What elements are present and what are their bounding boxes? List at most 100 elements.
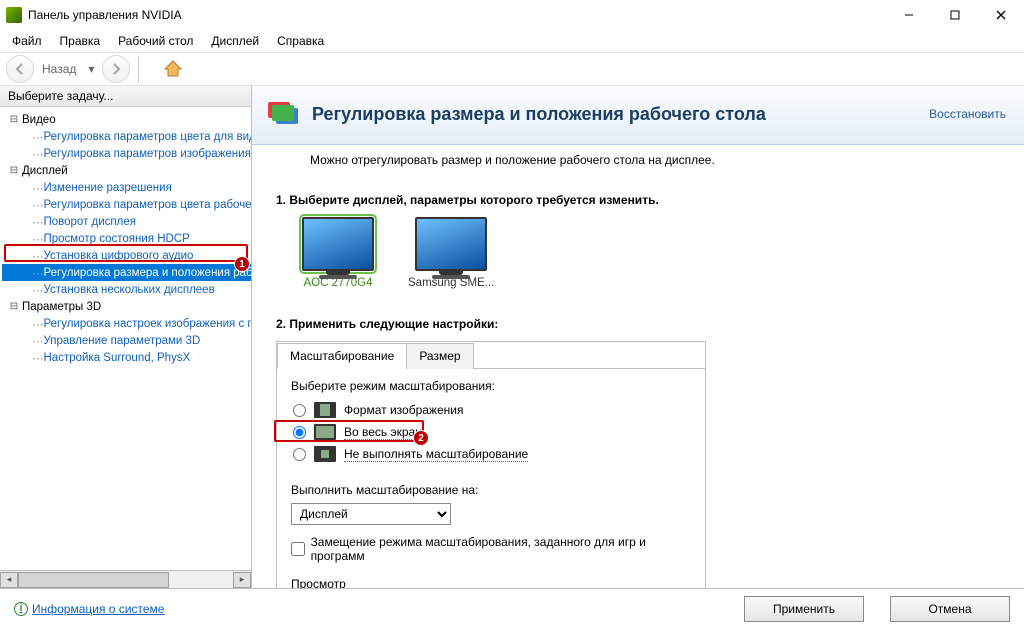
step1-heading: 1. Выберите дисплей, параметры которого … [276, 193, 1006, 207]
menu-desktop[interactable]: Рабочий стол [110, 32, 201, 50]
menu-edit[interactable]: Правка [52, 32, 109, 50]
tree-link[interactable]: Регулировка параметров изображения д [44, 148, 252, 160]
content: Регулировка размера и положения рабочего… [252, 86, 1024, 588]
display-samsung[interactable]: Samsung SME... [408, 217, 494, 289]
tab-size[interactable]: Размер [406, 343, 473, 369]
noscale-icon [314, 446, 336, 462]
tree-item[interactable]: ⋯Управление параметрами 3D [2, 332, 251, 349]
expander-icon[interactable]: ⊟ [8, 114, 20, 126]
monitor-stack-icon [266, 96, 302, 132]
tree-item[interactable]: ⋯Изменение разрешения [2, 179, 251, 196]
scroll-left[interactable]: ◂ [0, 572, 18, 588]
tree-link[interactable]: Регулировка настроек изображения с пр [44, 318, 252, 330]
info-icon: i [14, 602, 28, 616]
override-checkbox-row[interactable]: Замещение режима масштабирования, заданн… [291, 535, 691, 563]
tree-item-selected[interactable]: ⋯Регулировка размера и положения рабоч [2, 264, 251, 281]
tree-group-video[interactable]: ⊟Видео [2, 111, 251, 128]
tree-group-label: Дисплей [22, 165, 68, 177]
scaling-mode-label: Выберите режим масштабирования: [291, 379, 691, 393]
tree-item[interactable]: ⋯Регулировка настроек изображения с пр [2, 315, 251, 332]
tree-group-label: Параметры 3D [22, 301, 101, 313]
radio-noscale[interactable]: Не выполнять масштабирование [291, 443, 691, 465]
override-label: Замещение режима масштабирования, заданн… [311, 535, 691, 563]
tree-item[interactable]: ⋯Регулировка параметров изображения д [2, 145, 251, 162]
forward-button[interactable] [102, 55, 130, 83]
perform-on-select-wrap: Дисплей [291, 503, 691, 525]
radio-aspect[interactable]: Формат изображения [291, 399, 691, 421]
sidebar-header: Выберите задачу... [0, 86, 251, 107]
tree-link[interactable]: Установка цифрового аудио [44, 250, 194, 262]
tree-group-display[interactable]: ⊟Дисплей [2, 162, 251, 179]
menubar: Файл Правка Рабочий стол Дисплей Справка [0, 30, 1024, 52]
page-title: Регулировка размера и положения рабочего… [312, 104, 919, 125]
cancel-button[interactable]: Отмена [890, 596, 1010, 622]
tree-link[interactable]: Регулировка параметров цвета рабочег [44, 199, 252, 211]
minimize-button[interactable] [886, 0, 932, 30]
maximize-button[interactable] [932, 0, 978, 30]
menu-help[interactable]: Справка [269, 32, 332, 50]
sidebar-hscroll[interactable]: ◂ ▸ [0, 570, 251, 588]
sidebar: Выберите задачу... ⊟Видео ⋯Регулировка п… [0, 86, 252, 588]
radio-fullscreen-input[interactable] [293, 426, 306, 439]
system-info-label: Информация о системе [32, 602, 164, 616]
menu-display[interactable]: Дисплей [203, 32, 267, 50]
back-label: Назад [38, 62, 80, 76]
toolbar-sep [138, 55, 139, 83]
step2-heading: 2. Применить следующие настройки: [276, 317, 1006, 331]
apply-button[interactable]: Применить [744, 596, 864, 622]
task-tree[interactable]: ⊟Видео ⋯Регулировка параметров цвета для… [0, 107, 251, 570]
tree-group-label: Видео [22, 114, 56, 126]
tree-link[interactable]: Установка нескольких дисплеев [44, 284, 215, 296]
restore-defaults-link[interactable]: Восстановить [929, 107, 1006, 121]
tree-item[interactable]: ⋯Регулировка параметров цвета рабочег [2, 196, 251, 213]
tree-link[interactable]: Просмотр состояния HDCP [44, 233, 190, 245]
fullscreen-icon [314, 424, 336, 440]
expander-icon[interactable]: ⊟ [8, 301, 20, 313]
footer: i Информация о системе Применить Отмена [0, 588, 1024, 628]
scroll-right[interactable]: ▸ [233, 572, 251, 588]
tree-group-3d[interactable]: ⊟Параметры 3D [2, 298, 251, 315]
expander-icon[interactable]: ⊟ [8, 165, 20, 177]
display-aoc[interactable]: AOC 2770G4 [302, 217, 374, 289]
scaling-tabs: Масштабирование Размер Выберите режим ма… [276, 341, 706, 588]
tree-item[interactable]: ⋯Установка цифрового аудио [2, 247, 251, 264]
scroll-track[interactable] [18, 572, 233, 588]
system-info-link[interactable]: i Информация о системе [14, 602, 164, 616]
radio-fullscreen[interactable]: Во весь экран [291, 421, 691, 443]
tree-link[interactable]: Регулировка параметров цвета для вид [44, 131, 252, 143]
override-checkbox[interactable] [291, 542, 305, 556]
perform-on-select[interactable]: Дисплей [291, 503, 451, 525]
tree-link[interactable]: Настройка Surround, PhysX [44, 352, 191, 364]
preview-label: Просмотр [291, 577, 691, 588]
tree-item[interactable]: ⋯Настройка Surround, PhysX [2, 349, 251, 366]
window-title: Панель управления NVIDIA [28, 8, 886, 22]
tree-link[interactable]: Управление параметрами 3D [44, 335, 201, 347]
tree-item[interactable]: ⋯Установка нескольких дисплеев [2, 281, 251, 298]
perform-on-label: Выполнить масштабирование на: [291, 483, 691, 497]
tab-scaling[interactable]: Масштабирование [277, 343, 407, 369]
monitor-icon [415, 217, 487, 271]
scroll-thumb[interactable] [18, 572, 169, 588]
menu-file[interactable]: Файл [4, 32, 50, 50]
aspect-icon [314, 402, 336, 418]
close-button[interactable] [978, 0, 1024, 30]
home-button[interactable] [159, 55, 187, 83]
tree-item[interactable]: ⋯Регулировка параметров цвета для вид [2, 128, 251, 145]
page-subtitle: Можно отрегулировать размер и положение … [252, 145, 1024, 167]
radio-aspect-input[interactable] [293, 404, 306, 417]
page-header: Регулировка размера и положения рабочего… [252, 86, 1024, 145]
tree-item[interactable]: ⋯Просмотр состояния HDCP [2, 230, 251, 247]
back-button[interactable] [6, 55, 34, 83]
radio-fullscreen-label: Во весь экран [344, 425, 422, 439]
tree-link[interactable]: Регулировка размера и положения рабоч [44, 267, 252, 279]
tree-link[interactable]: Изменение разрешения [44, 182, 172, 194]
display-picker: AOC 2770G4 Samsung SME... [276, 217, 1006, 289]
titlebar: Панель управления NVIDIA [0, 0, 1024, 30]
nvidia-icon [6, 7, 22, 23]
main: Выберите задачу... ⊟Видео ⋯Регулировка п… [0, 86, 1024, 588]
tree-item[interactable]: ⋯Поворот дисплея [2, 213, 251, 230]
back-dropdown[interactable]: ▾ [84, 62, 98, 76]
radio-noscale-input[interactable] [293, 448, 306, 461]
tree-link[interactable]: Поворот дисплея [44, 216, 136, 228]
toolbar: Назад ▾ [0, 52, 1024, 86]
